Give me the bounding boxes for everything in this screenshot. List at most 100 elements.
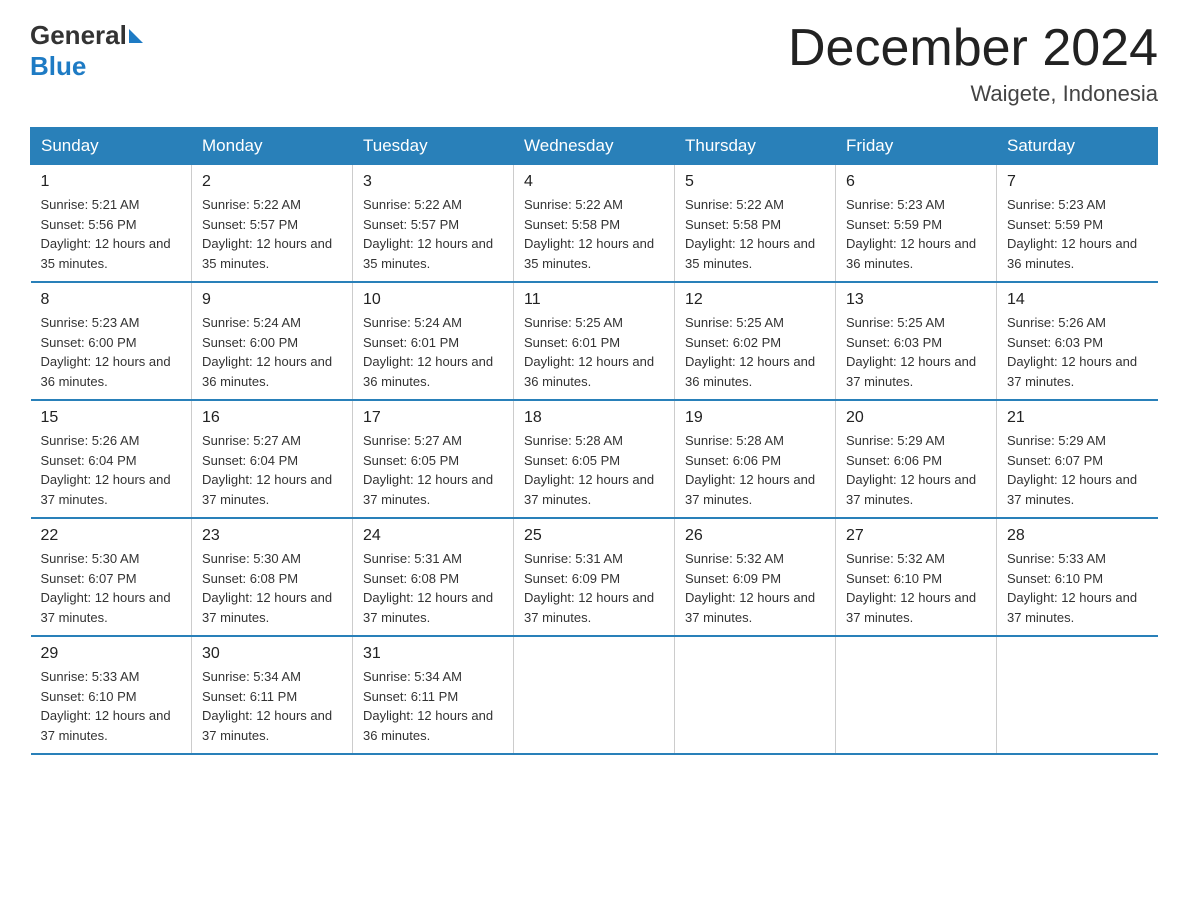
day-number: 4 xyxy=(524,173,664,191)
day-number: 18 xyxy=(524,409,664,427)
header-row: SundayMondayTuesdayWednesdayThursdayFrid… xyxy=(31,128,1158,165)
day-info: Sunrise: 5:23 AMSunset: 5:59 PMDaylight:… xyxy=(846,195,986,273)
day-info: Sunrise: 5:26 AMSunset: 6:03 PMDaylight:… xyxy=(1007,313,1148,391)
calendar-cell: 3 Sunrise: 5:22 AMSunset: 5:57 PMDaylight… xyxy=(353,165,514,283)
day-number: 30 xyxy=(202,645,342,663)
day-info: Sunrise: 5:25 AMSunset: 6:01 PMDaylight:… xyxy=(524,313,664,391)
day-header-saturday: Saturday xyxy=(997,128,1158,165)
calendar-cell: 5 Sunrise: 5:22 AMSunset: 5:58 PMDaylight… xyxy=(675,165,836,283)
day-header-sunday: Sunday xyxy=(31,128,192,165)
calendar-cell: 1 Sunrise: 5:21 AMSunset: 5:56 PMDaylight… xyxy=(31,165,192,283)
calendar-cell: 20Sunrise: 5:29 AMSunset: 6:06 PMDayligh… xyxy=(836,400,997,518)
calendar-cell: 19Sunrise: 5:28 AMSunset: 6:06 PMDayligh… xyxy=(675,400,836,518)
day-info: Sunrise: 5:34 AMSunset: 6:11 PMDaylight:… xyxy=(202,667,342,745)
day-number: 1 xyxy=(41,173,182,191)
logo: General Blue xyxy=(30,20,143,82)
day-number: 13 xyxy=(846,291,986,309)
calendar-cell: 17 Sunrise: 5:27 AMSunset: 6:05 PMDayligh… xyxy=(353,400,514,518)
calendar-cell: 18Sunrise: 5:28 AMSunset: 6:05 PMDayligh… xyxy=(514,400,675,518)
calendar-cell xyxy=(514,636,675,754)
day-number: 22 xyxy=(41,527,182,545)
logo-general-text: General xyxy=(30,20,127,51)
day-info: Sunrise: 5:33 AMSunset: 6:10 PMDaylight:… xyxy=(41,667,182,745)
day-info: Sunrise: 5:25 AMSunset: 6:02 PMDaylight:… xyxy=(685,313,825,391)
calendar-cell: 31 Sunrise: 5:34 AMSunset: 6:11 PMDayligh… xyxy=(353,636,514,754)
calendar-cell: 15 Sunrise: 5:26 AMSunset: 6:04 PMDayligh… xyxy=(31,400,192,518)
day-header-monday: Monday xyxy=(192,128,353,165)
day-number: 17 xyxy=(363,409,503,427)
day-number: 24 xyxy=(363,527,503,545)
day-info: Sunrise: 5:25 AMSunset: 6:03 PMDaylight:… xyxy=(846,313,986,391)
day-number: 14 xyxy=(1007,291,1148,309)
day-header-friday: Friday xyxy=(836,128,997,165)
calendar-cell xyxy=(675,636,836,754)
day-header-thursday: Thursday xyxy=(675,128,836,165)
day-info: Sunrise: 5:31 AMSunset: 6:08 PMDaylight:… xyxy=(363,549,503,627)
calendar-cell: 23 Sunrise: 5:30 AMSunset: 6:08 PMDayligh… xyxy=(192,518,353,636)
calendar-cell xyxy=(836,636,997,754)
calendar-cell: 9Sunrise: 5:24 AMSunset: 6:00 PMDaylight… xyxy=(192,282,353,400)
day-info: Sunrise: 5:33 AMSunset: 6:10 PMDaylight:… xyxy=(1007,549,1148,627)
week-row-1: 1 Sunrise: 5:21 AMSunset: 5:56 PMDaylight… xyxy=(31,165,1158,283)
calendar-cell: 2 Sunrise: 5:22 AMSunset: 5:57 PMDaylight… xyxy=(192,165,353,283)
calendar-cell xyxy=(997,636,1158,754)
day-number: 7 xyxy=(1007,173,1148,191)
day-info: Sunrise: 5:24 AMSunset: 6:00 PMDaylight:… xyxy=(202,313,342,391)
calendar-cell: 7 Sunrise: 5:23 AMSunset: 5:59 PMDaylight… xyxy=(997,165,1158,283)
day-number: 23 xyxy=(202,527,342,545)
day-number: 15 xyxy=(41,409,182,427)
day-number: 11 xyxy=(524,291,664,309)
calendar-cell: 14 Sunrise: 5:26 AMSunset: 6:03 PMDayligh… xyxy=(997,282,1158,400)
day-number: 20 xyxy=(846,409,986,427)
day-info: Sunrise: 5:29 AMSunset: 6:07 PMDaylight:… xyxy=(1007,431,1148,509)
day-number: 10 xyxy=(363,291,503,309)
day-number: 31 xyxy=(363,645,503,663)
title-area: December 2024 Waigete, Indonesia xyxy=(788,20,1158,107)
calendar-cell: 27 Sunrise: 5:32 AMSunset: 6:10 PMDayligh… xyxy=(836,518,997,636)
calendar-cell: 10 Sunrise: 5:24 AMSunset: 6:01 PMDayligh… xyxy=(353,282,514,400)
week-row-5: 29 Sunrise: 5:33 AMSunset: 6:10 PMDayligh… xyxy=(31,636,1158,754)
day-info: Sunrise: 5:26 AMSunset: 6:04 PMDaylight:… xyxy=(41,431,182,509)
day-number: 26 xyxy=(685,527,825,545)
day-info: Sunrise: 5:24 AMSunset: 6:01 PMDaylight:… xyxy=(363,313,503,391)
location-text: Waigete, Indonesia xyxy=(788,81,1158,107)
day-number: 29 xyxy=(41,645,182,663)
day-info: Sunrise: 5:30 AMSunset: 6:07 PMDaylight:… xyxy=(41,549,182,627)
day-number: 8 xyxy=(41,291,182,309)
calendar-cell: 28 Sunrise: 5:33 AMSunset: 6:10 PMDayligh… xyxy=(997,518,1158,636)
day-info: Sunrise: 5:32 AMSunset: 6:10 PMDaylight:… xyxy=(846,549,986,627)
calendar-table: SundayMondayTuesdayWednesdayThursdayFrid… xyxy=(30,127,1158,755)
day-info: Sunrise: 5:23 AMSunset: 6:00 PMDaylight:… xyxy=(41,313,182,391)
day-number: 5 xyxy=(685,173,825,191)
calendar-cell: 11 Sunrise: 5:25 AMSunset: 6:01 PMDayligh… xyxy=(514,282,675,400)
day-info: Sunrise: 5:27 AMSunset: 6:05 PMDaylight:… xyxy=(363,431,503,509)
day-number: 2 xyxy=(202,173,342,191)
day-info: Sunrise: 5:21 AMSunset: 5:56 PMDaylight:… xyxy=(41,195,182,273)
day-info: Sunrise: 5:22 AMSunset: 5:57 PMDaylight:… xyxy=(202,195,342,273)
calendar-cell: 30 Sunrise: 5:34 AMSunset: 6:11 PMDayligh… xyxy=(192,636,353,754)
week-row-3: 15 Sunrise: 5:26 AMSunset: 6:04 PMDayligh… xyxy=(31,400,1158,518)
calendar-cell: 21 Sunrise: 5:29 AMSunset: 6:07 PMDayligh… xyxy=(997,400,1158,518)
day-header-wednesday: Wednesday xyxy=(514,128,675,165)
day-info: Sunrise: 5:22 AMSunset: 5:57 PMDaylight:… xyxy=(363,195,503,273)
day-number: 16 xyxy=(202,409,342,427)
day-number: 12 xyxy=(685,291,825,309)
calendar-cell: 29 Sunrise: 5:33 AMSunset: 6:10 PMDayligh… xyxy=(31,636,192,754)
day-number: 27 xyxy=(846,527,986,545)
month-title: December 2024 xyxy=(788,20,1158,77)
day-number: 6 xyxy=(846,173,986,191)
day-info: Sunrise: 5:22 AMSunset: 5:58 PMDaylight:… xyxy=(685,195,825,273)
day-number: 21 xyxy=(1007,409,1148,427)
week-row-4: 22 Sunrise: 5:30 AMSunset: 6:07 PMDayligh… xyxy=(31,518,1158,636)
day-info: Sunrise: 5:34 AMSunset: 6:11 PMDaylight:… xyxy=(363,667,503,745)
day-info: Sunrise: 5:30 AMSunset: 6:08 PMDaylight:… xyxy=(202,549,342,627)
calendar-cell: 22 Sunrise: 5:30 AMSunset: 6:07 PMDayligh… xyxy=(31,518,192,636)
day-number: 25 xyxy=(524,527,664,545)
day-number: 3 xyxy=(363,173,503,191)
calendar-cell: 26Sunrise: 5:32 AMSunset: 6:09 PMDayligh… xyxy=(675,518,836,636)
calendar-cell: 25Sunrise: 5:31 AMSunset: 6:09 PMDayligh… xyxy=(514,518,675,636)
day-info: Sunrise: 5:23 AMSunset: 5:59 PMDaylight:… xyxy=(1007,195,1148,273)
day-number: 19 xyxy=(685,409,825,427)
week-row-2: 8 Sunrise: 5:23 AMSunset: 6:00 PMDaylight… xyxy=(31,282,1158,400)
day-number: 28 xyxy=(1007,527,1148,545)
